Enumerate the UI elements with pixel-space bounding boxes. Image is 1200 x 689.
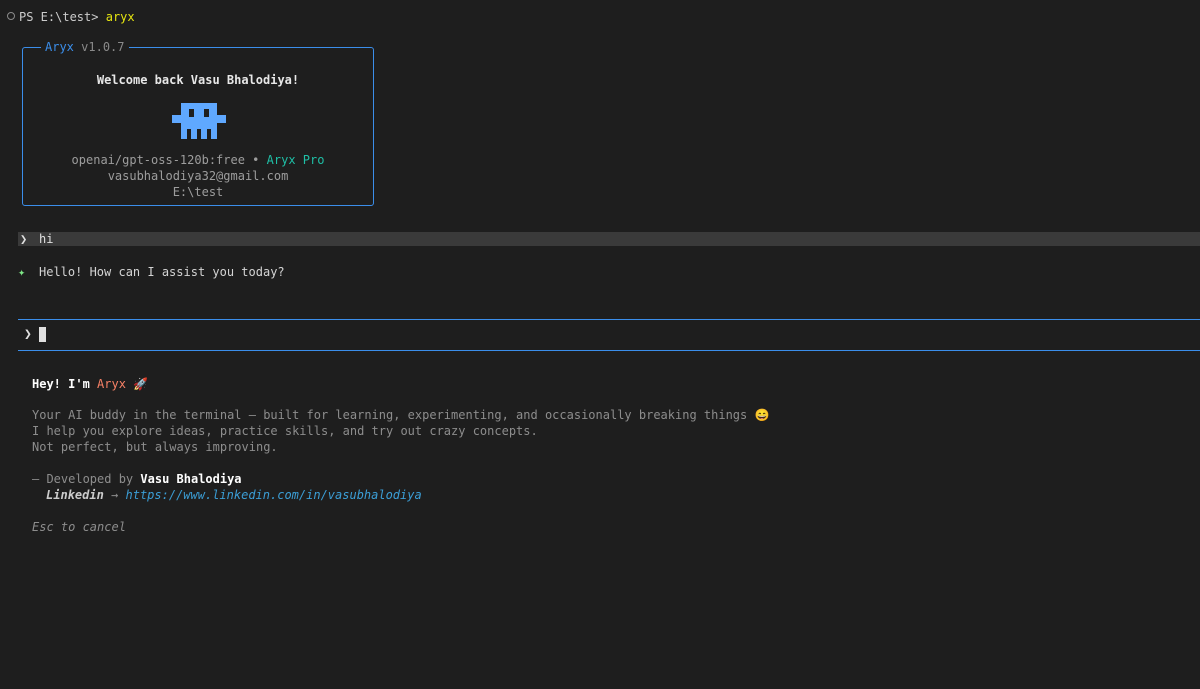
description-line-3: Not perfect, but always improving. [32, 440, 278, 454]
input-chevron-icon: ❯ [24, 327, 32, 342]
esc-cancel-hint: Esc to cancel [32, 520, 126, 534]
developer-name: Vasu Bhalodiya [140, 472, 242, 486]
plan-name: Aryx Pro [266, 153, 325, 167]
description-line-1: Your AI buddy in the terminal — built fo… [32, 407, 769, 423]
model-separator: • [252, 153, 260, 167]
model-name: openai/gpt-oss-120b:free [71, 153, 245, 167]
text-cursor [39, 327, 46, 342]
greeting-prefix: Hey! I'm [32, 377, 90, 391]
user-email: vasubhalodiya32@gmail.com [107, 169, 289, 183]
model-info-line: openai/gpt-oss-120b:free • Aryx Pro [23, 152, 373, 168]
pixel-robot-icon [172, 103, 226, 139]
user-message-text: hi [39, 232, 54, 246]
smile-emoji-icon: 😄 [754, 408, 770, 422]
app-name: Aryx [45, 40, 74, 54]
sparkle-icon: ✦ [18, 265, 26, 279]
working-directory: E:\test [172, 185, 224, 199]
assistant-message-text: Hello! How can I assist you today? [39, 265, 285, 279]
description-text-1: Your AI buddy in the terminal — built fo… [32, 408, 748, 422]
chat-input[interactable] [36, 326, 836, 344]
welcome-message: Welcome back Vasu Bhalodiya! [96, 73, 300, 87]
linkedin-link[interactable]: https://www.linkedin.com/in/vasubhalodiy… [126, 488, 422, 502]
developer-credit: — Developed by Vasu Bhalodiya [32, 471, 242, 487]
developed-by-prefix: — Developed by [32, 472, 134, 486]
user-message-row: ❯ hi [18, 232, 1200, 246]
linkedin-line: Linkedin → https://www.linkedin.com/in/v… [46, 487, 422, 503]
command-status-circle-icon[interactable] [7, 12, 15, 20]
user-chevron-icon: ❯ [20, 232, 28, 246]
app-version: v1.0.7 [81, 40, 125, 54]
shell-prompt-line: PS E:\test> aryx [7, 9, 135, 25]
description-line-2: I help you explore ideas, practice skill… [32, 424, 538, 438]
arrow-right-icon: → [111, 488, 119, 502]
greeting-app-name: Aryx [97, 377, 126, 391]
shell-prompt-path: PS E:\test> [19, 10, 99, 24]
rocket-icon: 🚀 [133, 377, 149, 391]
shell-command: aryx [105, 10, 135, 24]
greeting-line: Hey! I'm Aryx 🚀 [32, 376, 148, 392]
chat-input-area[interactable]: ❯ [18, 319, 1200, 351]
linkedin-label: Linkedin [46, 488, 104, 502]
welcome-box: Aryx v1.0.7 Welcome back Vasu Bhalodiya!… [22, 39, 374, 206]
box-title: Aryx v1.0.7 [41, 39, 129, 55]
